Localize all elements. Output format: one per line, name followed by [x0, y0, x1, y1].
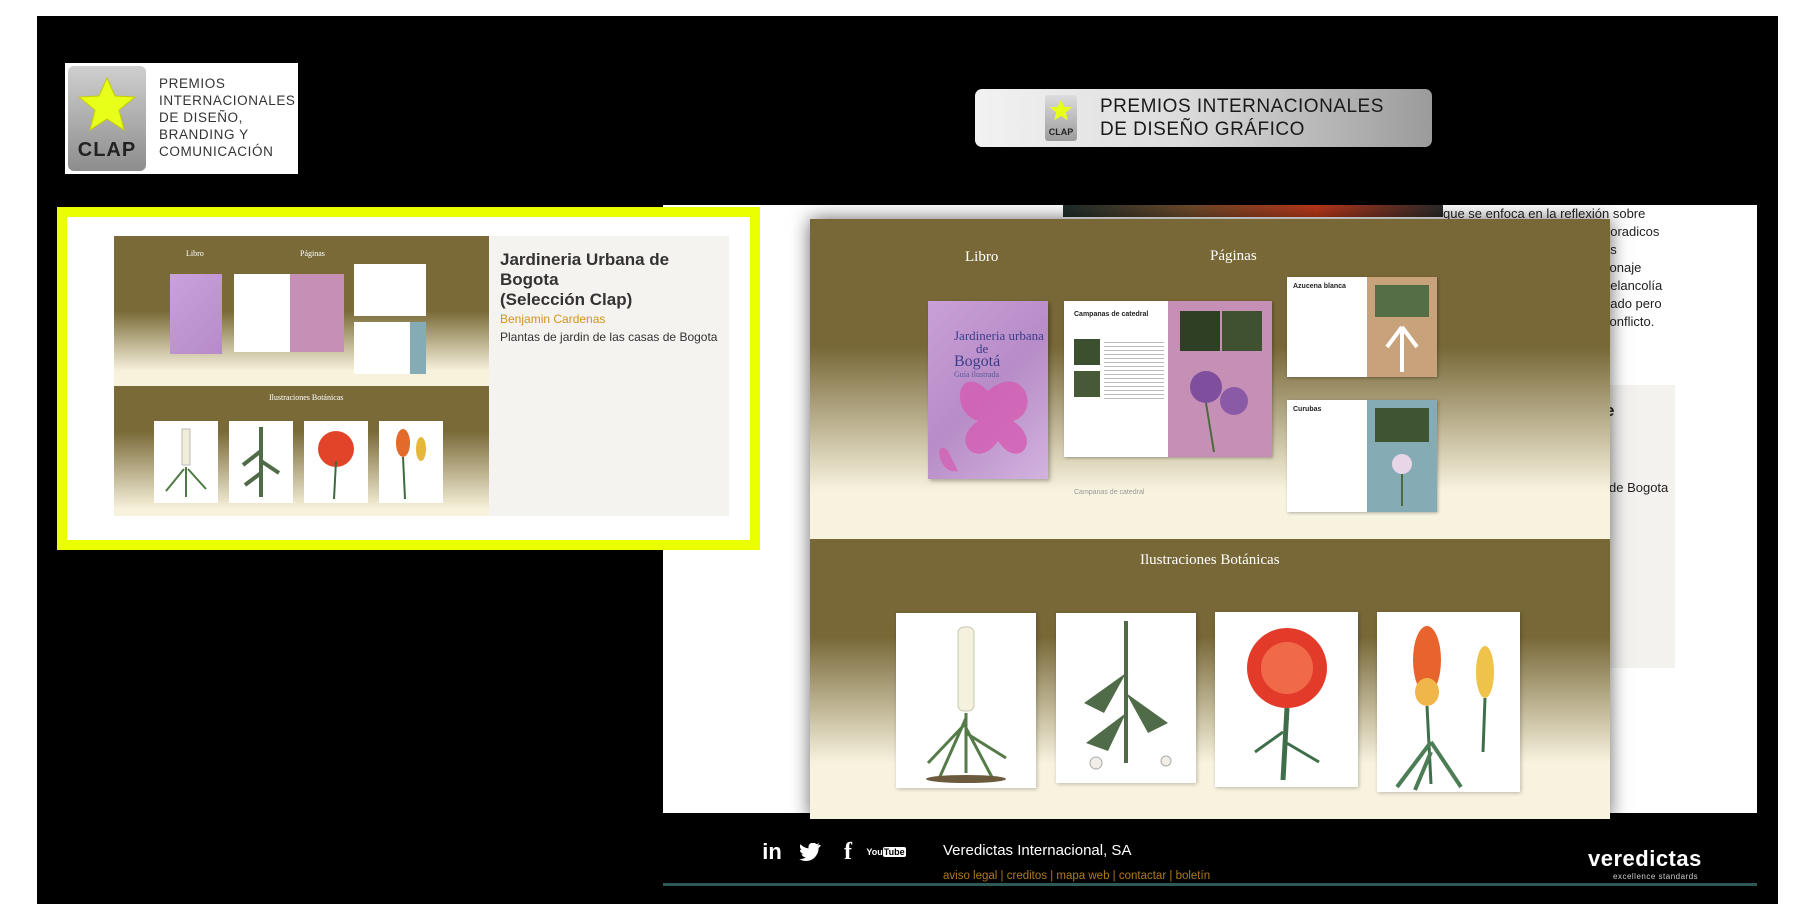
passionflower-illustration: [1392, 454, 1412, 506]
page-photo: [1180, 311, 1220, 351]
book-title-line: Jardineria urbana: [954, 328, 1044, 343]
entry-preview-image[interactable]: Libro Páginas Ilustraciones Botánicas Ja…: [810, 219, 1610, 819]
white-flower-spike-illustration: [926, 626, 1007, 783]
facebook-icon[interactable]: f: [829, 839, 867, 865]
page-spread-1: Campanas de catedral: [1064, 301, 1272, 457]
lily-illustration: [1385, 325, 1419, 372]
kniphofia-illustration: [1395, 626, 1494, 791]
page-spread-right: [1367, 400, 1437, 512]
banner-text: PREMIOS INTERNACIONALES DE DISEÑO GRÁFIC…: [1100, 95, 1384, 141]
page-photo: [1375, 408, 1429, 442]
entry-info: Jardineria Urbana de Bogota (Selección C…: [500, 250, 725, 344]
thumb-plate-art: [229, 421, 293, 503]
clap-wordmark: CLAP: [77, 139, 137, 161]
page-reflection-title: Campanas de catedral: [1074, 489, 1145, 496]
preview-label-paginas: Páginas: [1210, 248, 1257, 264]
book-cover: Jardineria urbana de Bogotá Guía ilustra…: [928, 301, 1048, 479]
veredictas-logo[interactable]: veredictas: [1588, 846, 1702, 872]
botanical-plate-4: [1377, 612, 1520, 792]
botanical-plate-3: [1215, 612, 1358, 787]
star-icon: [77, 76, 137, 132]
entry-title[interactable]: Jardineria Urbana de Bogota (Selección C…: [500, 250, 725, 310]
badge-line: BRANDING Y: [159, 127, 249, 142]
banner-clap-wordmark: CLAP: [1048, 127, 1074, 137]
title-line: Jardineria Urbana de: [500, 250, 670, 269]
selected-entry-card[interactable]: Libro Páginas Ilustraciones Botánicas Ja…: [57, 207, 760, 550]
preview-label-libro: Libro: [965, 249, 999, 265]
page-photo: [1222, 311, 1262, 351]
book-title: Jardineria urbana de Bogotá Guía ilustra…: [954, 329, 1044, 381]
page-photo: [1074, 339, 1100, 365]
banner-line-2: DE DISEÑO GRÁFICO: [1100, 119, 1305, 140]
badge-line: INTERNACIONALES: [159, 93, 296, 108]
page-title: Campanas de catedral: [1074, 311, 1149, 318]
linkedin-icon[interactable]: in: [753, 839, 791, 864]
entry-card[interactable]: Libro Páginas Ilustraciones Botánicas Ja…: [114, 236, 729, 516]
botanical-plate-2: [1056, 613, 1196, 783]
link-aviso-legal[interactable]: aviso legal: [943, 870, 997, 882]
page-spread-right: [1367, 277, 1437, 377]
thistle-leaf-illustration: [1084, 621, 1172, 770]
thumb-label-paginas: Páginas: [300, 249, 325, 258]
clap-tile: CLAP: [68, 66, 146, 171]
footer-rule: [663, 883, 1757, 886]
title-line: (Selección Clap): [500, 290, 633, 309]
thumb-plate: [304, 421, 368, 503]
entry-author[interactable]: Benjamin Cardenas: [500, 312, 725, 326]
thumb-page: [354, 264, 426, 316]
fragment-text: de Bogota: [1609, 480, 1669, 495]
banner-line-1: PREMIOS INTERNACIONALES: [1100, 96, 1384, 117]
preview-label-ilustraciones: Ilustraciones Botánicas: [1140, 552, 1280, 568]
thumb-label-libro: Libro: [186, 249, 204, 258]
badge-line: PREMIOS: [159, 76, 226, 91]
thumb-page: [354, 322, 426, 374]
clap-awards-logo[interactable]: CLAP PREMIOS INTERNACIONALES DE DISEÑO, …: [65, 63, 298, 174]
twitter-icon[interactable]: [791, 840, 829, 864]
link-contactar[interactable]: contactar: [1119, 870, 1166, 882]
entry-thumbnail[interactable]: Libro Páginas Ilustraciones Botánicas: [114, 236, 489, 516]
logo-tagline: excellence standards: [1613, 872, 1699, 881]
clap-badge-text: PREMIOS INTERNACIONALES DE DISEÑO, BRAND…: [159, 75, 296, 160]
page-title: Curubas: [1293, 406, 1322, 413]
campanula-illustration: [1190, 371, 1248, 453]
page-title: Azucena blanca: [1293, 283, 1346, 290]
botanical-plate-1: [896, 613, 1036, 788]
banner-clap-tile: CLAP: [1045, 95, 1077, 141]
grevillea-illustration: [1247, 628, 1327, 781]
social-links: in f You Tube: [753, 839, 906, 865]
thumb-plate-art: [154, 421, 218, 503]
badge-line: COMUNICACIÓN: [159, 144, 274, 159]
link-boletin[interactable]: boletín: [1176, 870, 1211, 882]
site-footer: in f You Tube Veredictas Internacional, S…: [663, 818, 1757, 886]
book-subtitle: Guía ilustrada: [954, 370, 1000, 379]
thumb-label-ilustraciones: Ilustraciones Botánicas: [269, 393, 344, 402]
page-photo: [1074, 371, 1100, 397]
thumb-spread-right: [290, 274, 344, 352]
youtube-icon[interactable]: You Tube: [866, 840, 906, 864]
page-spread-3: Curubas: [1287, 400, 1437, 512]
header-image-strip: [1063, 205, 1443, 217]
company-name: Veredictas Internacional, SA: [943, 842, 1132, 859]
page-spread-right: [1168, 301, 1272, 457]
awards-banner[interactable]: CLAP PREMIOS INTERNACIONALES DE DISEÑO G…: [975, 89, 1432, 147]
page-spread-2: Azucena blanca: [1287, 277, 1437, 377]
title-line: Bogota: [500, 270, 559, 289]
footer-links: aviso legal | creditos | mapa web | cont…: [943, 870, 1211, 882]
link-mapa-web[interactable]: mapa web: [1056, 870, 1109, 882]
badge-line: DE DISEÑO,: [159, 110, 244, 125]
book-title-line: Bogotá: [954, 353, 1001, 370]
thumb-book: [170, 274, 222, 354]
entry-description: Plantas de jardin de las casas de Bogota: [500, 330, 718, 344]
star-icon: [1049, 99, 1073, 121]
thumb-plate: [379, 421, 443, 503]
link-creditos[interactable]: creditos: [1007, 870, 1047, 882]
page-photo: [1375, 285, 1429, 317]
page-body-text: [1104, 339, 1164, 399]
